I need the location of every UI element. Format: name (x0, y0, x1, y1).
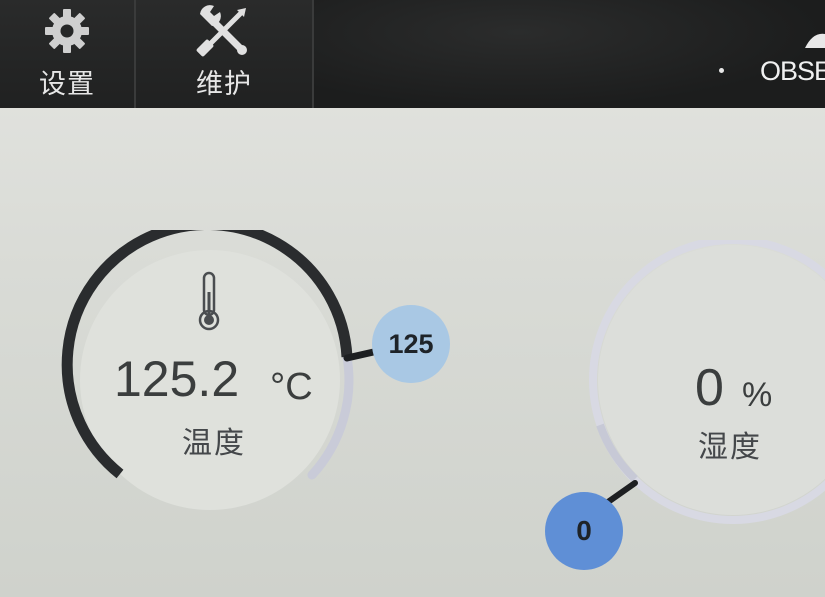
screen: 设置 维护 OBSE 125.2 °C 温度 125 0 % 湿度 0 (0, 0, 825, 597)
maintenance-button[interactable]: 维护 (136, 0, 312, 108)
temperature-setpoint-knob[interactable]: 125 (372, 305, 450, 383)
temperature-value: 125.2 (114, 351, 240, 407)
humidity-unit: % (742, 376, 773, 414)
temperature-unit: °C (270, 366, 313, 408)
top-toolbar: 设置 维护 OBSE (0, 0, 825, 108)
settings-label: 设置 (39, 69, 95, 100)
status-indicator-dot (719, 68, 724, 73)
humidity-setpoint-value: 0 (576, 515, 592, 546)
settings-button[interactable]: 设置 (0, 0, 134, 108)
gear-icon (42, 6, 92, 56)
maintenance-label: 维护 (196, 69, 252, 100)
status-text: OBSE (759, 56, 825, 86)
status-area: OBSE (314, 0, 825, 108)
temperature-caption: 温度 (182, 426, 246, 461)
humidity-gauge: 0 % 湿度 0 (540, 240, 825, 580)
temperature-setpoint-value: 125 (388, 328, 434, 359)
temperature-gauge: 125.2 °C 温度 125 (60, 230, 480, 530)
wrench-screwdriver-icon (196, 5, 252, 57)
thermometer-icon (198, 271, 220, 331)
humidity-caption: 湿度 (698, 430, 762, 465)
humidity-value: 0 (695, 359, 724, 417)
humidity-setpoint-knob[interactable]: 0 (545, 492, 623, 570)
signal-icon (805, 33, 825, 48)
